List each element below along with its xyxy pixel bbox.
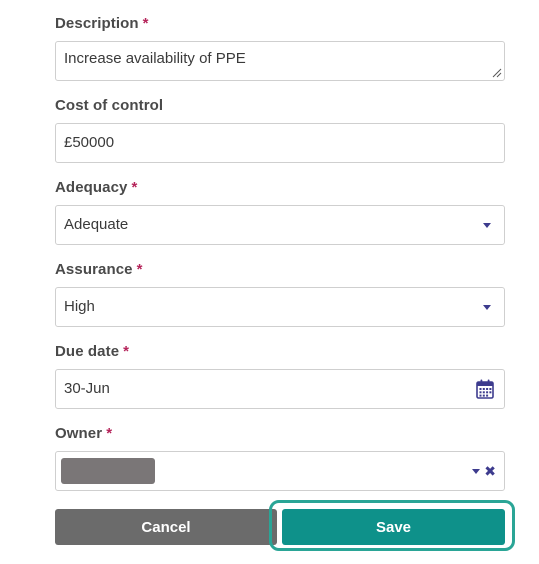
chevron-down-icon[interactable] xyxy=(483,223,491,228)
cost-label-text: Cost of control xyxy=(55,97,164,114)
description-label: Description * xyxy=(55,15,149,32)
owner-label-text: Owner xyxy=(55,425,103,442)
cancel-button[interactable]: Cancel xyxy=(55,509,277,545)
required-marker: * xyxy=(106,425,113,442)
due-date-input[interactable]: 30-Jun xyxy=(55,369,505,409)
required-marker: * xyxy=(123,343,130,360)
chevron-down-icon[interactable] xyxy=(472,469,480,474)
adequacy-label-text: Adequacy xyxy=(55,179,128,196)
description-label-text: Description xyxy=(55,15,139,32)
owner-label: Owner * xyxy=(55,425,112,442)
adequacy-select[interactable]: Adequate xyxy=(55,205,505,245)
due-date-label-text: Due date xyxy=(55,343,120,360)
calendar-icon[interactable] xyxy=(476,379,494,399)
cost-value: £50000 xyxy=(64,134,115,151)
owner-redacted-chip xyxy=(61,458,155,484)
adequacy-value: Adequate xyxy=(64,216,129,233)
assurance-select[interactable]: High xyxy=(55,287,505,327)
assurance-label: Assurance * xyxy=(55,261,143,278)
required-marker: * xyxy=(142,15,149,32)
assurance-value: High xyxy=(64,298,95,315)
description-textarea[interactable]: Increase availability of PPE xyxy=(55,41,505,81)
close-icon[interactable]: ✖ xyxy=(484,464,496,478)
save-button[interactable]: Save xyxy=(282,509,505,545)
description-value: Increase availability of PPE xyxy=(64,50,246,67)
owner-select[interactable]: ✖ xyxy=(55,451,505,491)
due-date-label: Due date * xyxy=(55,343,129,360)
adequacy-label: Adequacy * xyxy=(55,179,137,196)
cost-label: Cost of control xyxy=(55,97,163,114)
cost-input[interactable]: £50000 xyxy=(55,123,505,163)
assurance-label-text: Assurance xyxy=(55,261,133,278)
resize-grip-icon[interactable] xyxy=(492,68,502,78)
chevron-down-icon[interactable] xyxy=(483,305,491,310)
required-marker: * xyxy=(131,179,138,196)
required-marker: * xyxy=(136,261,143,278)
due-date-value: 30-Jun xyxy=(64,380,110,397)
